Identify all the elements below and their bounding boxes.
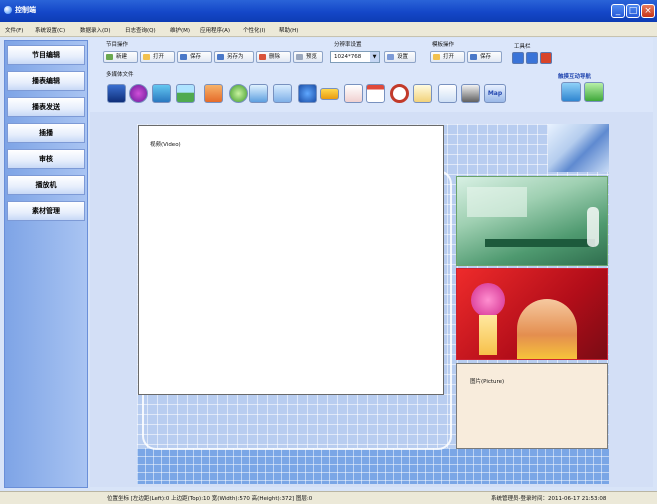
clock-icon[interactable]	[390, 84, 409, 103]
delete-label: 删除	[269, 54, 281, 60]
folder-icon	[143, 54, 150, 60]
grid-strip-bottom	[137, 448, 609, 484]
video-region[interactable]	[138, 125, 444, 395]
sidebar-item-player[interactable]: 播放机	[7, 175, 85, 195]
toolbox-panel-icon[interactable]	[512, 52, 524, 64]
sidebar-item-schedule-edit[interactable]: 播表编辑	[7, 71, 85, 91]
menu-applications[interactable]: 应用程序(A)	[200, 26, 230, 34]
delete-button[interactable]: 删除	[256, 51, 291, 63]
preview-label: 预览	[306, 54, 318, 60]
picture-region[interactable]	[456, 363, 608, 449]
toolbox-label: 工具栏	[514, 44, 531, 50]
notification-icon[interactable]	[413, 84, 432, 103]
title-bar: 控制端 _ □ ×	[0, 0, 657, 22]
menu-data-entry[interactable]: 数据录入(D)	[80, 26, 111, 34]
delete-icon	[259, 54, 266, 60]
stock-icon[interactable]	[438, 84, 457, 103]
template-open-label: 打开	[443, 54, 455, 60]
status-bar: 位置坐标 [左边距(Left):0 上边距(Top):10 宽(Width):5…	[0, 491, 657, 504]
landscape-icon[interactable]	[176, 84, 195, 103]
flash-icon[interactable]	[129, 84, 148, 103]
resolution-value: 1024*768	[334, 54, 362, 60]
web-icon[interactable]	[204, 84, 223, 103]
program-ops-label: 节目操作	[106, 42, 129, 48]
ie-browser-icon[interactable]	[298, 84, 317, 103]
calendar-icon[interactable]	[366, 84, 385, 103]
save-button[interactable]: 保存	[177, 51, 212, 63]
position-status: 位置坐标 [左边距(Left):0 上边距(Top):10 宽(Width):5…	[107, 496, 313, 502]
map-icon[interactable]: Map	[484, 84, 506, 103]
preview-icon	[296, 54, 303, 60]
menu-personalize[interactable]: 个性化(I)	[243, 26, 265, 34]
chevron-down-icon: ▼	[370, 52, 379, 62]
scroll-text-icon[interactable]	[249, 84, 268, 103]
text-banner-icon[interactable]	[320, 88, 339, 100]
open-button[interactable]: 打开	[140, 51, 175, 63]
building-image-corner	[548, 124, 609, 172]
floppy-icon	[470, 54, 477, 60]
weather-icon[interactable]	[229, 84, 248, 103]
resolution-label: 分辨率设置	[334, 42, 362, 48]
sidebar-item-schedule-send[interactable]: 播表发送	[7, 97, 85, 117]
window-title: 控制端	[15, 6, 36, 14]
save-label: 保存	[190, 54, 202, 60]
menu-maintenance[interactable]: 维护(M)	[170, 26, 190, 34]
video-file-icon[interactable]	[107, 84, 126, 103]
resolution-select[interactable]: 1024*768 ▼	[330, 51, 380, 63]
template-open-button[interactable]: 打开	[430, 51, 465, 63]
menu-bar: 文件(F) 系统设置(C) 数据录入(D) 日志查询(Q) 维护(M) 应用程序…	[0, 22, 657, 37]
document-icon[interactable]	[273, 84, 292, 103]
folder-icon	[433, 54, 440, 60]
floppy-icon	[180, 54, 187, 60]
new-label: 新建	[116, 54, 128, 60]
template-ops-label: 模板操作	[432, 42, 455, 48]
save-as-label: 另存为	[227, 54, 244, 60]
picture-ad-green[interactable]	[456, 176, 608, 266]
close-button[interactable]: ×	[641, 4, 655, 18]
save-as-button[interactable]: 另存为	[214, 51, 254, 63]
maximize-button[interactable]: □	[626, 4, 640, 18]
excel-icon[interactable]	[461, 84, 480, 103]
multimedia-label: 多媒体文件	[106, 72, 134, 78]
template-save-button[interactable]: 保存	[467, 51, 502, 63]
app-icon	[4, 6, 12, 14]
toolbox-window-icon[interactable]	[526, 52, 538, 64]
new-icon	[106, 54, 113, 60]
sidebar: 节目编辑 播表编辑 播表发送 插播 审核 播放机 素材管理	[4, 40, 88, 488]
video-label: 视频(Video)	[150, 142, 181, 148]
sidebar-item-program-edit[interactable]: 节目编辑	[7, 45, 85, 65]
sidebar-item-material[interactable]: 素材管理	[7, 201, 85, 221]
open-label: 打开	[153, 54, 165, 60]
picture-label: 图片(Picture)	[470, 379, 505, 385]
settings-icon	[387, 54, 394, 60]
menu-system-settings[interactable]: 系统设置(C)	[35, 26, 65, 34]
preview-button[interactable]: 预览	[293, 51, 323, 63]
touch-nav-label: 触摸互动导航	[558, 74, 592, 80]
minimize-button[interactable]: _	[611, 4, 625, 18]
new-button[interactable]: 新建	[103, 51, 138, 63]
user-login-status: 系统管理员-登录时间：2011-06-17 21:53:08	[491, 496, 607, 502]
settings-label: 设置	[397, 54, 409, 60]
template-save-label: 保存	[480, 54, 492, 60]
back-arrow-icon[interactable]	[561, 82, 581, 102]
menu-file[interactable]: 文件(F)	[5, 26, 23, 34]
picture-ad-red[interactable]	[456, 268, 608, 360]
resolution-settings-button[interactable]: 设置	[384, 51, 416, 63]
menu-help[interactable]: 帮助(H)	[279, 26, 298, 34]
menu-log-query[interactable]: 日志查询(Q)	[125, 26, 156, 34]
save-as-icon	[217, 54, 224, 60]
ppt-icon[interactable]	[344, 84, 363, 103]
image-icon[interactable]	[152, 84, 171, 103]
sidebar-item-insert-play[interactable]: 插播	[7, 123, 85, 143]
home-icon[interactable]	[584, 82, 604, 102]
toolbox-close-icon[interactable]	[540, 52, 552, 64]
sidebar-item-review[interactable]: 审核	[7, 149, 85, 169]
